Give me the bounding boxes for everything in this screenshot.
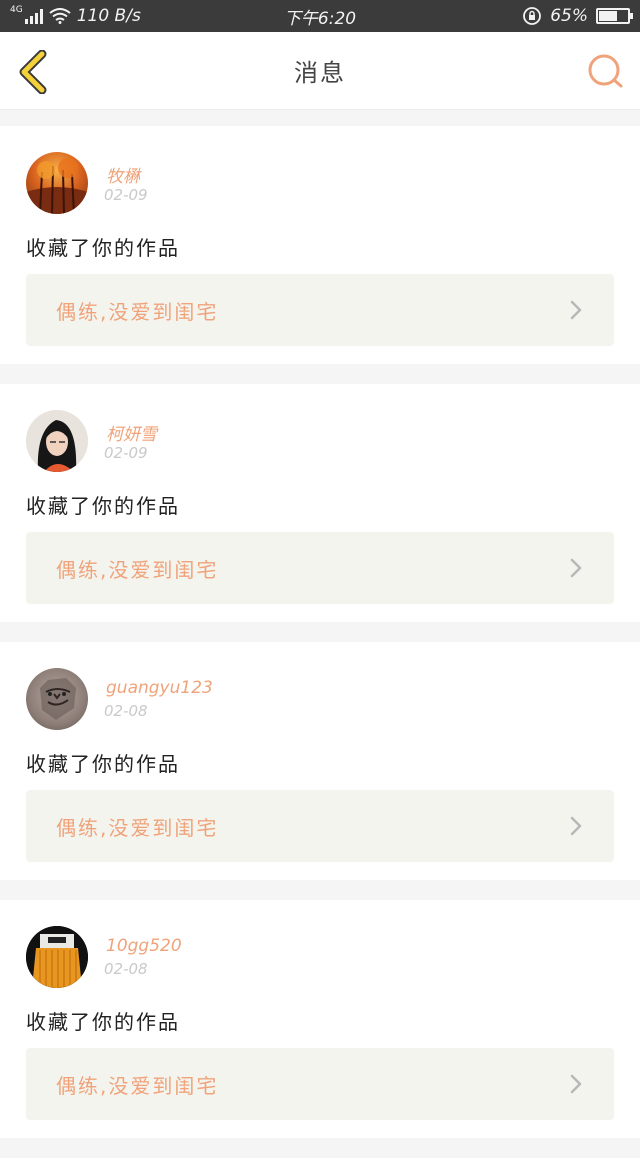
avatar[interactable] (26, 152, 88, 214)
signal-icon (24, 8, 43, 24)
search-icon[interactable] (586, 52, 624, 90)
chevron-right-icon (570, 1074, 582, 1094)
username[interactable]: 10gg520 (106, 936, 182, 956)
message-card: 牧楙 02-09 收藏了你的作品 偶练,没爱到闺宅 (0, 126, 640, 364)
message-date: 02-08 (104, 702, 148, 720)
action-text: 收藏了你的作品 (26, 752, 180, 776)
action-text: 收藏了你的作品 (26, 1010, 180, 1034)
page-title: 消息 (294, 59, 346, 87)
nav-bar: 消息 (0, 32, 640, 110)
avatar[interactable] (26, 410, 88, 472)
chevron-right-icon (570, 816, 582, 836)
avatar[interactable] (26, 926, 88, 988)
status-left: 4G 110 B/s (10, 5, 141, 26)
work-link[interactable]: 偶练,没爱到闺宅 (26, 1048, 614, 1120)
status-right: 65% (522, 6, 633, 26)
work-link[interactable]: 偶练,没爱到闺宅 (26, 790, 614, 862)
action-text: 收藏了你的作品 (26, 494, 180, 518)
message-card: 柯妍雪 02-09 收藏了你的作品 偶练,没爱到闺宅 (0, 384, 640, 622)
chevron-right-icon (570, 300, 582, 320)
wifi-icon (49, 8, 71, 24)
message-card: 10gg520 02-08 收藏了你的作品 偶练,没爱到闺宅 (0, 900, 640, 1138)
message-card: guangyu123 02-08 收藏了你的作品 偶练,没爱到闺宅 (0, 642, 640, 880)
work-title: 偶练,没爱到闺宅 (56, 299, 219, 324)
chevron-right-icon (570, 558, 582, 578)
work-link[interactable]: 偶练,没爱到闺宅 (26, 532, 614, 604)
network-speed: 110 B/s (76, 6, 141, 26)
message-date: 02-09 (104, 186, 148, 204)
status-bar: 4G 110 B/s 下午6:20 65% (0, 0, 640, 32)
work-title: 偶练,没爱到闺宅 (56, 1073, 219, 1098)
message-list: 牧楙 02-09 收藏了你的作品 偶练,没爱到闺宅 柯妍雪 02-09 收藏了你… (0, 126, 640, 1158)
message-date: 02-09 (104, 444, 148, 462)
chevron-left-icon[interactable] (16, 50, 50, 94)
network-type: 4G (10, 5, 23, 15)
work-title: 偶练,没爱到闺宅 (56, 557, 219, 582)
battery-icon (596, 8, 633, 24)
battery-percent: 65% (550, 6, 588, 26)
work-link[interactable]: 偶练,没爱到闺宅 (26, 274, 614, 346)
avatar-image (26, 410, 88, 472)
avatar-image (40, 678, 76, 720)
action-text: 收藏了你的作品 (26, 236, 180, 260)
rotation-lock-icon (523, 7, 542, 25)
username[interactable]: 柯妍雪 (106, 420, 157, 445)
work-title: 偶练,没爱到闺宅 (56, 815, 219, 840)
username[interactable]: 牧楙 (106, 162, 140, 187)
message-date: 02-08 (104, 960, 148, 978)
avatar-image (26, 926, 88, 988)
avatar-image (26, 158, 88, 214)
avatar[interactable] (26, 668, 88, 730)
username[interactable]: guangyu123 (106, 678, 213, 698)
